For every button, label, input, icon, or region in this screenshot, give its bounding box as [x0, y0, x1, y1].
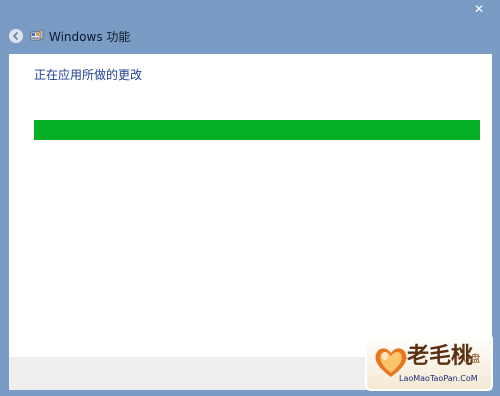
- watermark-logo: 老毛桃 U盘 LaoMaoTaoPan.CoM: [365, 333, 493, 391]
- window-title: Windows 功能: [49, 29, 131, 44]
- title-bar: Windows 功能: [9, 26, 130, 46]
- watermark-suffix: U盘: [463, 354, 481, 365]
- watermark-url: LaoMaoTaoPan.CoM: [399, 374, 478, 383]
- status-heading: 正在应用所做的更改: [34, 68, 143, 82]
- progress-bar: [34, 120, 480, 140]
- progress-fill: [34, 120, 480, 140]
- close-button[interactable]: ✕: [466, 0, 492, 18]
- windows-features-window: ✕ Windows 功能 正在应用所做的更改 老毛桃 U盘 LaoMaoTaoP…: [0, 0, 500, 396]
- content-area: 正在应用所做的更改: [9, 54, 492, 357]
- windows-features-icon: [30, 29, 44, 41]
- close-icon: ✕: [473, 2, 485, 16]
- back-arrow-icon[interactable]: [9, 29, 23, 43]
